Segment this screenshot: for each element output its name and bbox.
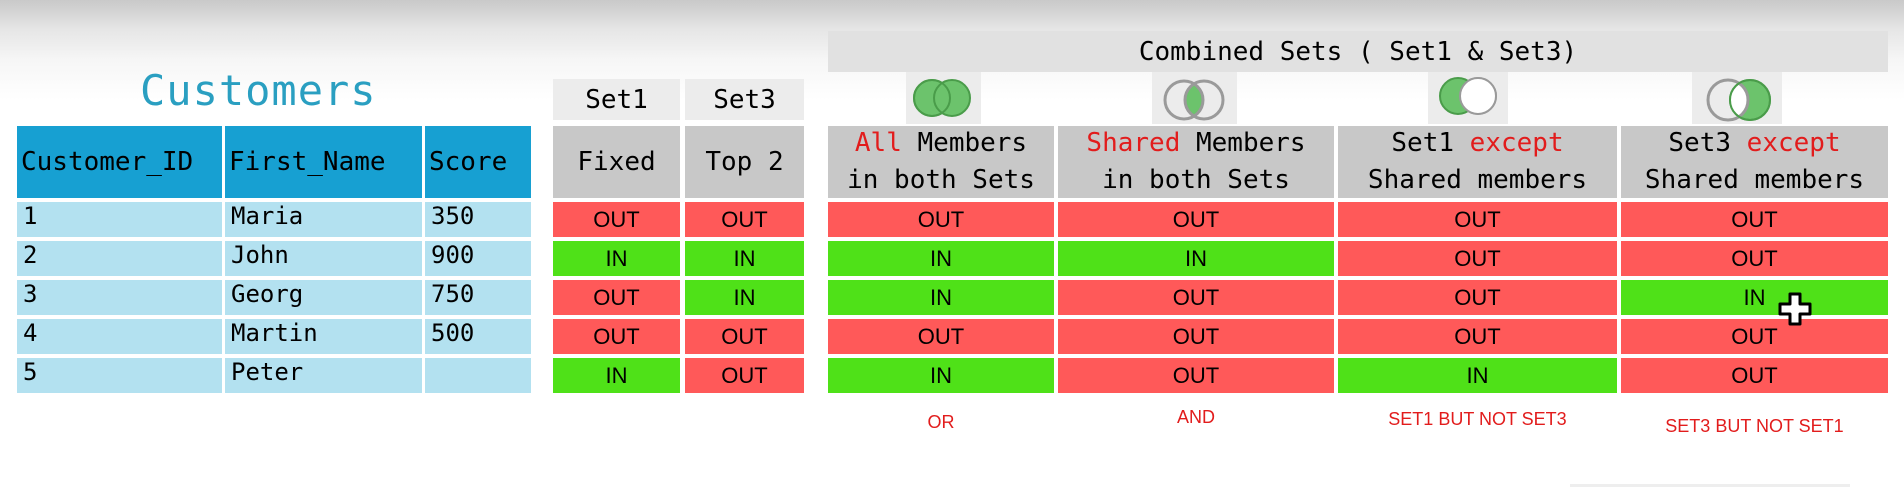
highlight-word: Shared — [1086, 128, 1181, 158]
column-header-first-name: First_Name — [225, 126, 422, 198]
and-result-cell: OUT — [1058, 280, 1334, 315]
cell-first-name: Peter — [225, 358, 422, 393]
venn-union-icon — [906, 72, 981, 124]
cell-score — [425, 358, 531, 393]
header-text: Members — [901, 128, 1028, 158]
header-text: in both Sets — [1102, 165, 1290, 195]
cell-score: 750 — [425, 280, 531, 315]
divider — [1570, 484, 1850, 487]
op-label-set3-but-not-set1: SET3 BUT NOT SET1 — [1665, 416, 1844, 436]
cell-first-name: Maria — [225, 202, 422, 237]
header-text: in both Sets — [847, 165, 1035, 195]
set3-membership-cell: IN — [685, 280, 804, 315]
cell-customer-id: 5 — [17, 358, 222, 393]
header-text: Set3 — [1668, 128, 1747, 158]
cell-score: 350 — [425, 202, 531, 237]
set3-except-result-cell: IN — [1621, 280, 1888, 315]
set1-except-result-cell: OUT — [1338, 319, 1617, 354]
venn-left-only-icon — [1428, 72, 1508, 124]
cell-first-name: John — [225, 241, 422, 276]
set1-membership-cell: IN — [553, 241, 680, 276]
set1-except-result-cell: OUT — [1338, 202, 1617, 237]
or-result-cell: IN — [828, 280, 1054, 315]
set1-header-text: Fixed — [577, 146, 656, 177]
set1-membership-cell: OUT — [553, 280, 680, 315]
set1-header: Fixed — [553, 126, 680, 198]
or-result-cell: IN — [828, 358, 1054, 393]
combined-header-all-members: All Members in both Sets — [828, 126, 1054, 198]
or-result-cell: OUT — [828, 202, 1054, 237]
move-cursor-icon — [1778, 292, 1812, 326]
header-text: Members — [1180, 128, 1306, 158]
highlight-word: except — [1469, 128, 1564, 158]
set1-membership-cell: OUT — [553, 319, 680, 354]
combined-header-shared-members: Shared Members in both Sets — [1058, 126, 1334, 198]
venn-right-only-icon — [1692, 72, 1782, 124]
op-label-or: OR — [927, 412, 955, 432]
cell-first-name: Martin — [225, 319, 422, 354]
set3-label: Set3 — [685, 79, 804, 120]
set1-except-result-cell: OUT — [1338, 280, 1617, 315]
set3-header: Top 2 — [685, 126, 804, 198]
combined-header-set1-except: Set1 except Shared members — [1338, 126, 1617, 198]
customers-title: Customers — [140, 66, 377, 115]
or-result-cell: OUT — [828, 319, 1054, 354]
set3-header-text: Top 2 — [705, 146, 784, 177]
header-text: Set1 — [1391, 128, 1470, 158]
set1-label: Set1 — [553, 79, 680, 120]
cell-customer-id: 4 — [17, 319, 222, 354]
highlight-word: All — [854, 128, 902, 158]
op-label-set1-but-not-set3: SET1 BUT NOT SET3 — [1388, 409, 1567, 429]
set3-except-result-cell: OUT — [1621, 241, 1888, 276]
and-result-cell: IN — [1058, 241, 1334, 276]
column-header-score: Score — [425, 126, 531, 198]
set3-membership-cell: IN — [685, 241, 804, 276]
header-text: Shared members — [1367, 165, 1588, 195]
op-label-and: AND — [1176, 407, 1215, 427]
and-result-cell: OUT — [1058, 202, 1334, 237]
set3-membership-cell: OUT — [685, 319, 804, 354]
venn-intersection-icon — [1152, 72, 1237, 124]
highlight-word: except — [1746, 128, 1841, 158]
set3-except-result-cell: OUT — [1621, 202, 1888, 237]
combined-header-set3-except: Set3 except Shared members — [1621, 126, 1888, 198]
cell-score: 500 — [425, 319, 531, 354]
and-result-cell: OUT — [1058, 319, 1334, 354]
cell-first-name: Georg — [225, 280, 422, 315]
set3-except-result-cell: OUT — [1621, 358, 1888, 393]
and-result-cell: OUT — [1058, 358, 1334, 393]
set1-membership-cell: OUT — [553, 202, 680, 237]
set3-membership-cell: OUT — [685, 358, 804, 393]
or-result-cell: IN — [828, 241, 1054, 276]
cell-customer-id: 1 — [17, 202, 222, 237]
set3-except-result-cell: OUT — [1621, 319, 1888, 354]
cell-customer-id: 3 — [17, 280, 222, 315]
set1-membership-cell: IN — [553, 358, 680, 393]
combined-sets-banner: Combined Sets ( Set1 & Set3) — [828, 31, 1888, 72]
cell-score: 900 — [425, 241, 531, 276]
set1-except-result-cell: IN — [1338, 358, 1617, 393]
cell-customer-id: 2 — [17, 241, 222, 276]
set1-except-result-cell: OUT — [1338, 241, 1617, 276]
set3-membership-cell: OUT — [685, 202, 804, 237]
header-text: Shared members — [1644, 165, 1865, 195]
column-header-customer-id: Customer_ID — [17, 126, 222, 198]
